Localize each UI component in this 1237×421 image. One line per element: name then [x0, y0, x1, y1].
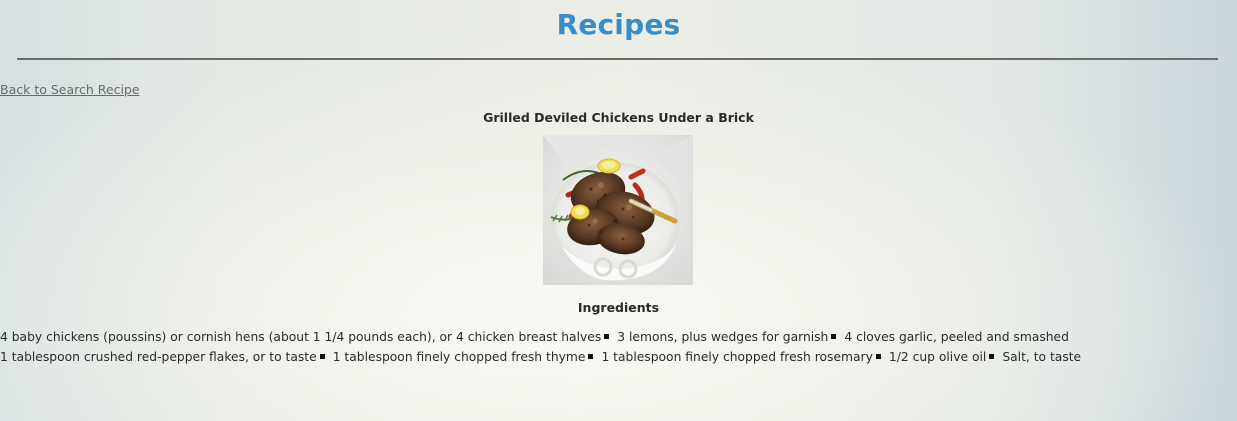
recipe-name: Grilled Deviled Chickens Under a Brick — [483, 110, 754, 125]
bullet-icon — [831, 334, 837, 339]
ingredient-item: 4 baby chickens (poussins) or cornish he… — [0, 330, 602, 344]
bullet-icon — [588, 354, 594, 359]
ingredients-list: 4 baby chickens (poussins) or cornish he… — [0, 327, 1237, 367]
back-to-search-link[interactable]: Back to Search Recipe — [0, 82, 140, 97]
bullet-icon — [319, 354, 325, 359]
page-title: Recipes — [556, 8, 681, 41]
ingredient-item: 1 tablespoon finely chopped fresh rosema… — [601, 350, 873, 364]
recipe-photo — [543, 135, 693, 285]
ingredient-item: Salt, to taste — [1002, 350, 1082, 364]
bullet-icon — [604, 334, 610, 339]
ingredient-item: 1 tablespoon finely chopped fresh thyme — [332, 350, 586, 364]
bullet-icon — [989, 354, 995, 359]
ingredients-heading: Ingredients — [577, 300, 660, 315]
title-divider — [17, 58, 1218, 60]
ingredient-item: 1 tablespoon crushed red-pepper flakes, … — [0, 350, 317, 364]
bullet-icon — [875, 354, 881, 359]
ingredient-item: 1/2 cup olive oil — [888, 350, 987, 364]
ingredient-item: 3 lemons, plus wedges for garnish — [617, 330, 829, 344]
recipe-photo-illustration — [543, 135, 693, 285]
ingredient-item: 4 cloves garlic, peeled and smashed — [844, 330, 1069, 344]
